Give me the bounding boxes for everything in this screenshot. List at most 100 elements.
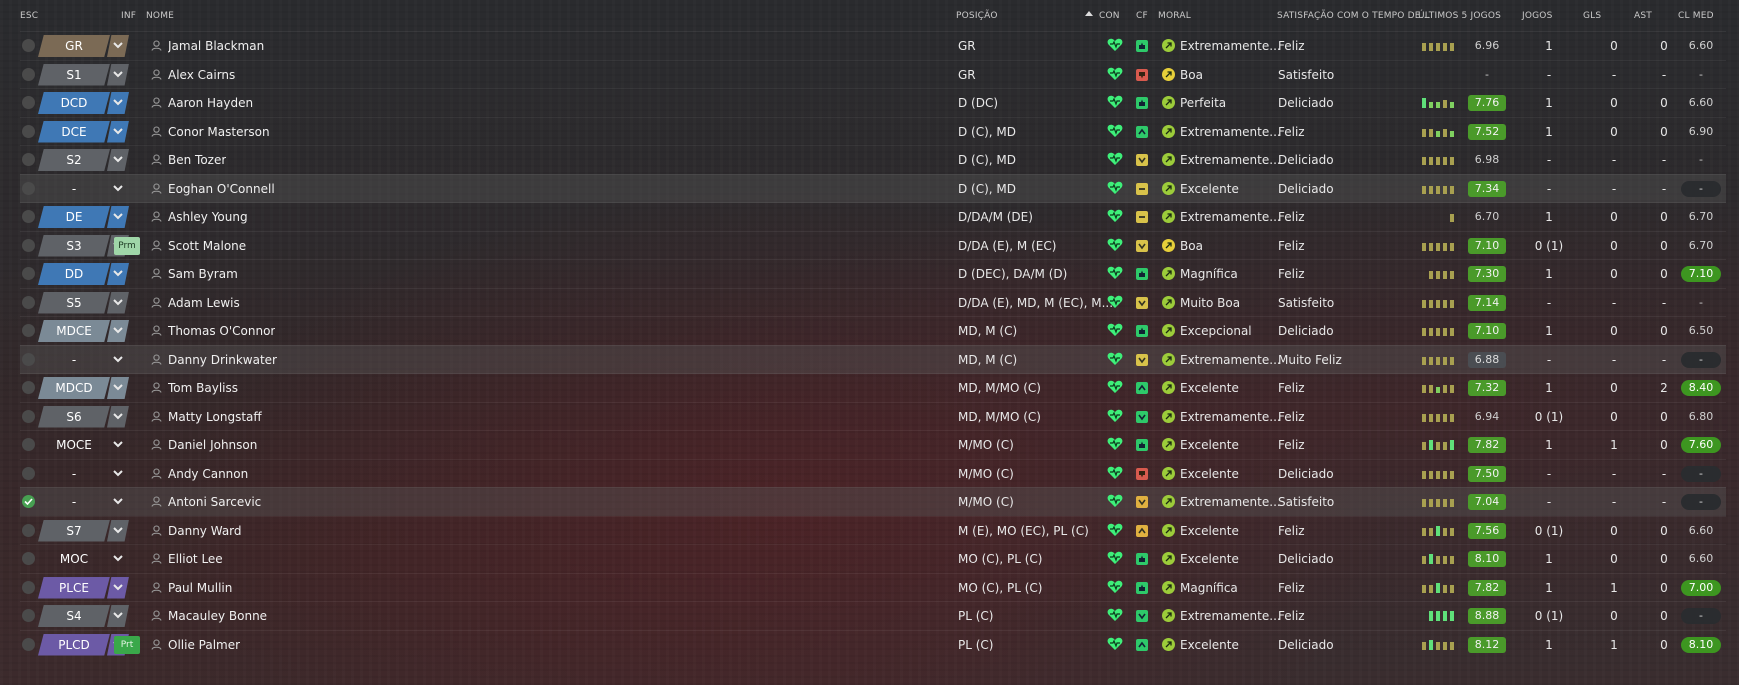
player-name[interactable]: Daniel Johnson [168, 431, 257, 459]
table-row[interactable]: MDCD Tom Bayliss MD, M/MO (C) Excelente Feli… [20, 373, 1726, 402]
selection-dropdown[interactable]: - [38, 463, 124, 485]
row-select-checkbox[interactable] [22, 438, 35, 451]
row-select-checkbox[interactable] [22, 267, 35, 280]
row-select-checkbox[interactable] [22, 580, 35, 594]
player-name[interactable]: Alex Cairns [168, 61, 235, 89]
col-satis-header[interactable]: SATISFAÇÃO COM O TEMPO DE... [1277, 11, 1430, 21]
selection-dropdown[interactable]: PLCE [38, 576, 129, 599]
chevron-down-icon[interactable] [107, 491, 129, 513]
row-select-checkbox[interactable] [22, 495, 35, 508]
row-select-checkbox[interactable] [22, 466, 35, 480]
table-row[interactable]: DD Sam Byram D (DEC), DA/M (D) Magnífica Fel… [20, 259, 1726, 288]
player-name[interactable]: Ashley Young [168, 203, 248, 231]
col-ast-header[interactable]: AST [1634, 11, 1652, 21]
table-row[interactable]: - Danny Drinkwater MD, M (C) Extremamente..… [20, 344, 1726, 374]
col-gls-header[interactable]: GLS [1583, 11, 1601, 21]
chevron-down-icon[interactable] [107, 120, 129, 143]
chevron-down-icon[interactable] [107, 206, 129, 228]
player-name[interactable]: Ben Tozer [168, 146, 226, 174]
row-select-checkbox[interactable] [22, 352, 35, 366]
selection-dropdown[interactable]: DD [38, 263, 129, 285]
table-row[interactable]: S2 Ben Tozer D (C), MD Extremamente... Delic… [20, 145, 1726, 174]
player-name[interactable]: Adam Lewis [168, 289, 240, 317]
chevron-down-icon[interactable] [107, 35, 129, 57]
player-name[interactable]: Macauley Bonne [168, 602, 267, 630]
table-row[interactable]: S3 Prm Scott Malone D/DA (E), M (EC) Boa Feli… [20, 230, 1726, 260]
selection-dropdown[interactable]: MDCE [38, 320, 129, 342]
chevron-down-icon[interactable] [107, 405, 129, 428]
player-name[interactable]: Sam Byram [168, 260, 238, 288]
player-name[interactable]: Antoni Sarcevic [168, 488, 261, 516]
table-row[interactable]: MOC Elliot Lee MO (C), PL (C) Excelente Deli… [20, 544, 1726, 573]
table-row[interactable]: GR Jamal Blackman GR Extremamente... Feliz 6.… [20, 31, 1726, 60]
chevron-down-icon[interactable] [107, 320, 129, 342]
selection-dropdown[interactable]: MDCD [38, 377, 129, 399]
player-name[interactable]: Andy Cannon [168, 460, 248, 488]
table-row[interactable]: PLCD Prt Ollie Palmer PL (C) Excelente Delici… [20, 629, 1726, 659]
row-select-checkbox[interactable] [22, 124, 35, 138]
table-row[interactable]: DCD Aaron Hayden D (DC) Perfeita Deliciado 7.… [20, 88, 1726, 117]
col-moral-header[interactable]: MORAL [1158, 11, 1191, 21]
chevron-down-icon[interactable] [107, 63, 129, 86]
table-row[interactable]: MDCE Thomas O'Connor MD, M (C) Excepcional D… [20, 316, 1726, 345]
player-name[interactable]: Scott Malone [168, 232, 246, 260]
row-select-checkbox[interactable] [22, 637, 35, 651]
table-row[interactable]: - Antoni Sarcevic M/MO (C) Extremamente... S… [20, 487, 1726, 516]
col-avg-header[interactable]: CL MED [1678, 11, 1714, 21]
selection-dropdown[interactable]: DCD [38, 92, 129, 114]
player-name[interactable]: Ollie Palmer [168, 631, 240, 659]
table-row[interactable]: - Eoghan O'Connell D (C), MD Excelente Delic… [20, 173, 1726, 203]
row-select-checkbox[interactable] [22, 552, 35, 565]
selection-dropdown[interactable]: MOC [38, 548, 124, 570]
chevron-down-icon[interactable] [107, 605, 129, 627]
player-name[interactable]: Elliot Lee [168, 545, 223, 573]
chevron-down-icon[interactable] [107, 263, 129, 285]
selection-dropdown[interactable]: S7 [38, 519, 129, 542]
chevron-down-icon[interactable] [107, 548, 129, 570]
row-select-checkbox[interactable] [22, 153, 35, 166]
row-select-checkbox[interactable] [22, 181, 35, 195]
col-name-header[interactable]: NOME [146, 11, 174, 21]
selection-dropdown[interactable]: DE [38, 206, 129, 228]
col-posicao-header[interactable]: POSIÇÃO [956, 11, 998, 21]
table-row[interactable]: - Andy Cannon M/MO (C) Excelente Deliciado 7.… [20, 458, 1726, 488]
table-row[interactable]: DCE Conor Masterson D (C), MD Extremamente.… [20, 116, 1726, 146]
table-row[interactable]: S1 Alex Cairns GR Boa Satisfeito - - - - - [20, 59, 1726, 89]
row-select-checkbox[interactable] [22, 381, 35, 394]
chevron-down-icon[interactable] [107, 349, 129, 371]
player-name[interactable]: Tom Bayliss [168, 374, 238, 402]
col-cf-header[interactable]: CF [1136, 11, 1148, 21]
table-row[interactable]: MOCE Daniel Johnson M/MO (C) Excelente Feliz… [20, 430, 1726, 459]
row-select-checkbox[interactable] [22, 409, 35, 423]
selection-dropdown[interactable]: S2 [38, 149, 129, 171]
row-select-checkbox[interactable] [22, 609, 35, 622]
row-select-checkbox[interactable] [22, 67, 35, 81]
col-inf-header[interactable]: INF [121, 11, 136, 21]
chevron-down-icon[interactable] [107, 92, 129, 114]
col-con-header[interactable]: CON [1099, 11, 1120, 21]
selection-dropdown[interactable]: S4 [38, 605, 129, 627]
selection-dropdown[interactable]: GR [38, 35, 129, 57]
chevron-down-icon[interactable] [107, 463, 129, 485]
player-name[interactable]: Eoghan O'Connell [168, 175, 275, 203]
selection-dropdown[interactable]: - [38, 349, 124, 371]
player-name[interactable]: Danny Drinkwater [168, 346, 277, 374]
row-select-checkbox[interactable] [22, 324, 35, 337]
player-name[interactable]: Aaron Hayden [168, 89, 253, 117]
table-row[interactable]: PLCE Paul Mullin MO (C), PL (C) Magnífica Fe… [20, 572, 1726, 602]
chevron-down-icon[interactable] [107, 291, 129, 314]
row-select-checkbox[interactable] [22, 39, 35, 52]
player-name[interactable]: Thomas O'Connor [168, 317, 275, 345]
selection-dropdown[interactable]: S6 [38, 405, 129, 428]
row-select-checkbox[interactable] [22, 523, 35, 537]
player-name[interactable]: Paul Mullin [168, 574, 232, 602]
player-name[interactable]: Jamal Blackman [168, 32, 264, 60]
row-select-checkbox[interactable] [22, 210, 35, 223]
selection-dropdown[interactable]: PLCD [38, 633, 129, 656]
col-jogos-header[interactable]: JOGOS [1522, 11, 1553, 21]
selection-dropdown[interactable]: S5 [38, 291, 129, 314]
row-select-checkbox[interactable] [22, 238, 35, 252]
row-select-checkbox[interactable] [22, 295, 35, 309]
selection-dropdown[interactable]: - [38, 491, 124, 513]
chevron-down-icon[interactable] [107, 178, 129, 200]
